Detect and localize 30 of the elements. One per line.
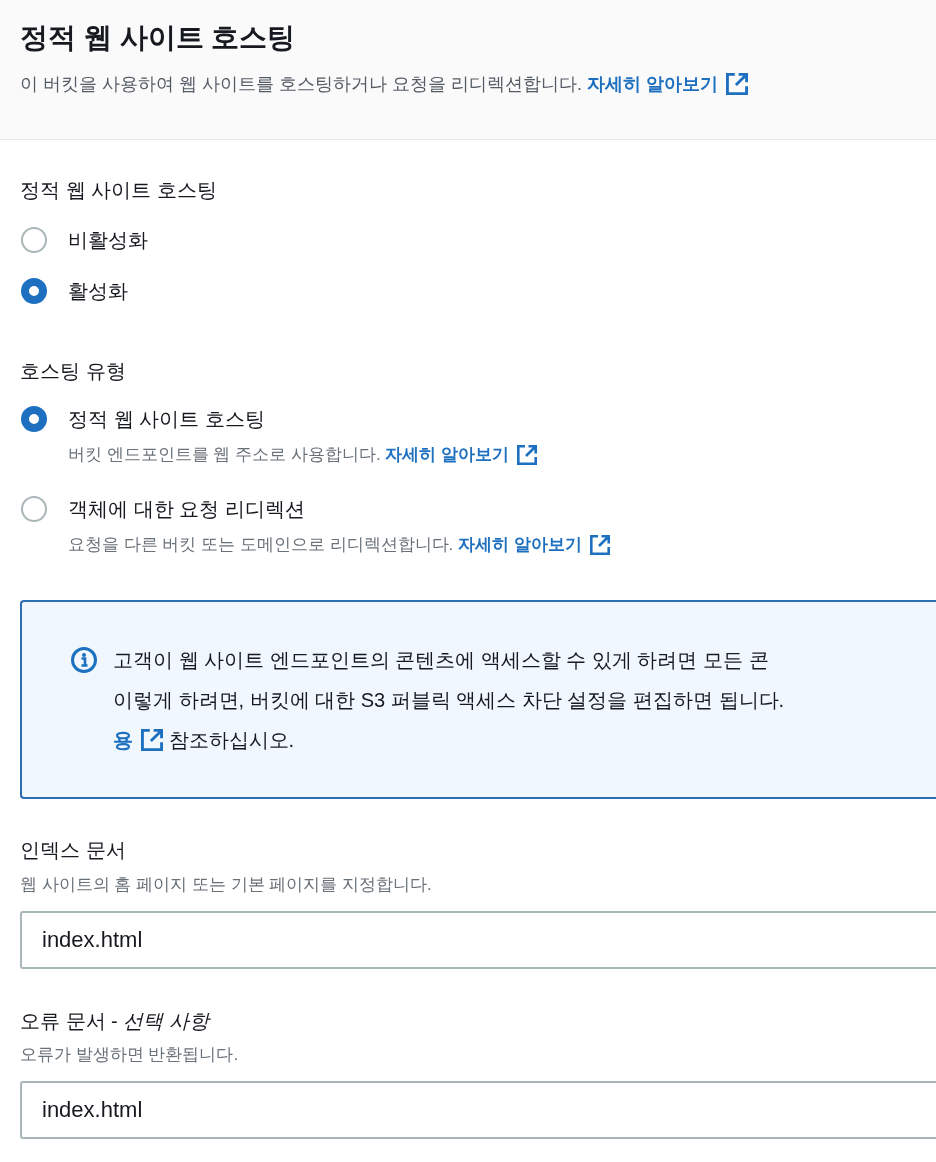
radio-label: 객체에 대한 요청 리디렉션 [68, 497, 306, 522]
learn-more-link[interactable]: 자세히 알아보기 [385, 443, 538, 467]
radio-label: 활성화 [68, 279, 128, 304]
radio-label: 비활성화 [68, 228, 148, 253]
text-input[interactable]: index.html [20, 1081, 936, 1139]
field-label: 인덱스 문서 [20, 838, 127, 863]
learn-more-link[interactable]: 자세히 알아보기 [458, 533, 610, 557]
field-description: 웹 사이트의 홈 페이지 또는 기본 페이지를 지정합니다. [20, 874, 433, 896]
external-link-icon [589, 535, 610, 555]
panel-title: 정적 웹 사이트 호스팅 [20, 21, 297, 55]
option-description: 버킷 엔드포인트를 웹 주소로 사용합니다. 자세히 알아보기 [68, 443, 538, 467]
external-link-icon [517, 445, 538, 465]
field-description: 오류가 발생하면 반환됩니다. [20, 1044, 240, 1066]
documentation-link[interactable]: 용 [113, 720, 163, 760]
option-description: 요청을 다른 버킷 또는 도메인으로 리디렉션합니다. 자세히 알아보기 [68, 533, 610, 557]
radio-button[interactable] [21, 227, 47, 253]
info-icon [71, 647, 97, 673]
radio-button[interactable] [21, 278, 47, 304]
external-link-icon [141, 729, 163, 751]
radio-label: 정적 웹 사이트 호스팅 [68, 407, 266, 432]
section-label: 정적 웹 사이트 호스팅 [20, 178, 218, 203]
learn-more-link[interactable]: 자세히 알아보기 [587, 70, 749, 98]
info-text: 고객이 웹 사이트 엔드포인트의 콘텐츠에 액세스할 수 있게 하려면 모든 콘 이렇게 하려면, 버킷에 대한 S3 퍼블릭 액세스 차단 설정을 편집하면 됩니다. 용 참조하십시오. [113, 640, 785, 760]
text-input[interactable]: index.html [20, 911, 936, 969]
panel-description: 이 버킷을 사용하여 웹 사이트를 호스팅하거나 요청을 리디렉션합니다. 자세히 알아보기 [20, 70, 916, 98]
section-label: 호스팅 유형 [20, 359, 127, 384]
field-label: 오류 문서 - 선택 사항 [20, 1009, 212, 1034]
external-link-icon [726, 73, 749, 95]
radio-button[interactable] [21, 496, 47, 522]
radio-button[interactable] [21, 406, 47, 432]
